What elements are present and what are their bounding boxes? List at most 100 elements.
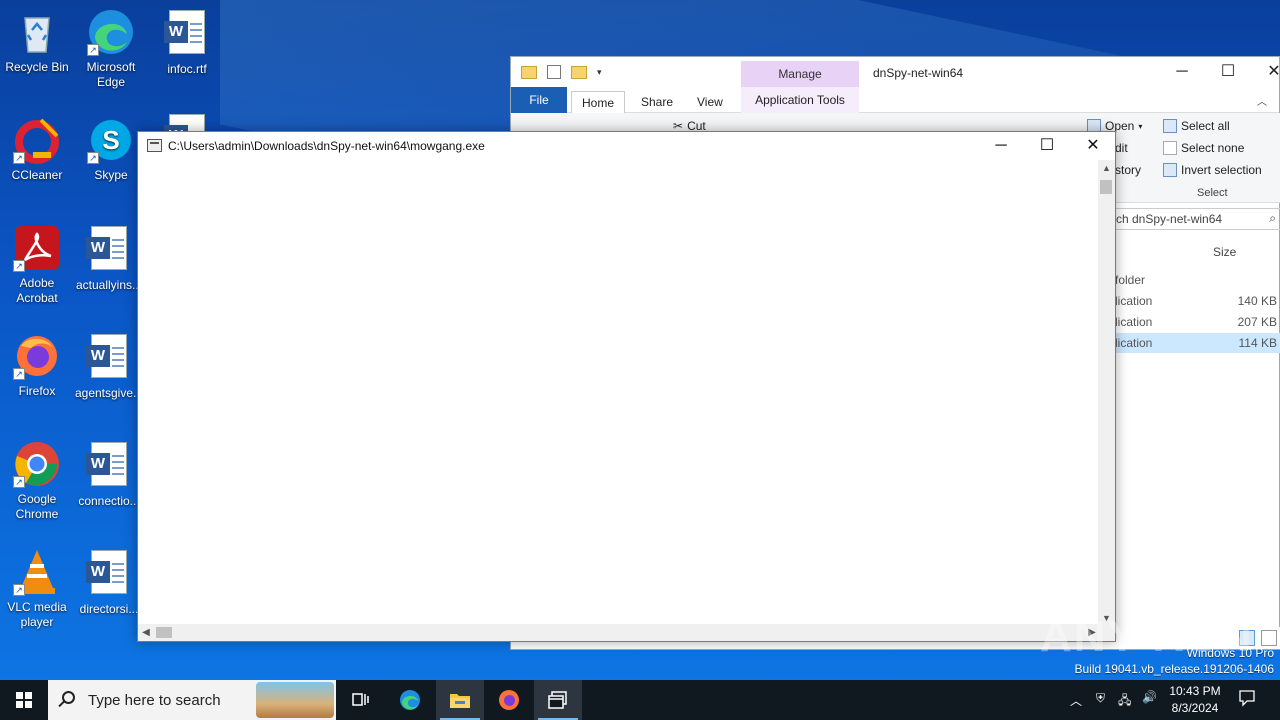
desktop-icon-label: Firefox — [18, 384, 56, 398]
file-row[interactable]: lication 140 KB — [1115, 291, 1280, 311]
firefox-icon — [499, 690, 519, 710]
show-hidden-icons-chevron-icon[interactable]: ︿ — [1070, 692, 1082, 709]
tab-view[interactable]: View — [687, 91, 733, 113]
minimize-button[interactable]: ─ — [978, 134, 1024, 158]
manage-tab[interactable]: Manage — [741, 61, 859, 87]
word-doc-icon: W — [85, 226, 133, 274]
edit-button[interactable]: dit — [1115, 141, 1128, 155]
action-center-button[interactable] — [1238, 689, 1256, 710]
new-folder-icon[interactable] — [571, 65, 587, 79]
tab-home[interactable]: Home — [571, 91, 626, 113]
invert-selection-icon — [1163, 163, 1177, 177]
app-client-area[interactable] — [138, 160, 1100, 626]
desktop-icon-microsoft-edge[interactable]: ↗ Microsoft Edge — [74, 8, 148, 90]
search-input[interactable]: ch dnSpy-net-win64 ⌕ — [1111, 208, 1280, 230]
shortcut-arrow-icon: ↗ — [13, 368, 25, 380]
desktop-icon-firefox[interactable]: ↗ Firefox — [0, 332, 74, 399]
folder-icon — [521, 65, 537, 79]
taskbar-edge-button[interactable] — [386, 680, 434, 720]
desktop-icon-label: infoc.rtf — [167, 62, 207, 76]
desktop-icon-recycle-bin[interactable]: Recycle Bin — [0, 8, 74, 75]
chrome-icon: ↗ — [13, 440, 61, 488]
close-button[interactable]: ✕ — [1070, 134, 1116, 158]
desktop-icon-connectio[interactable]: W connectio... — [72, 440, 146, 509]
shortcut-arrow-icon: ↗ — [13, 260, 25, 272]
windows-logo-icon — [16, 692, 32, 708]
windows-edition: Windows 10 Pro — [1186, 646, 1274, 660]
task-view-icon — [352, 693, 369, 706]
vertical-scrollbar[interactable]: ▲ ▼ — [1098, 160, 1115, 626]
horizontal-scroll-thumb[interactable] — [156, 627, 172, 638]
desktop-icon-ccleaner[interactable]: ↗ CCleaner — [0, 116, 74, 183]
taskbar-firefox-button[interactable] — [485, 680, 533, 720]
horizontal-scrollbar[interactable]: ◀ ▶ — [138, 624, 1100, 641]
desktop-icon-label: actuallyins... — [75, 278, 143, 292]
file-size: 114 KB — [1238, 336, 1277, 350]
vertical-scroll-thumb[interactable] — [1100, 180, 1112, 194]
desktop-icon-actuallyins[interactable]: W actuallyins... — [72, 224, 146, 293]
quick-access-dropdown-icon[interactable]: ▾ — [597, 67, 602, 78]
file-size: 207 KB — [1237, 315, 1277, 329]
ccleaner-icon: ↗ — [13, 116, 61, 164]
desktop-icon-infoc-rtf[interactable]: W infoc.rtf — [150, 8, 224, 77]
desktop-icon-directorsi[interactable]: W directorsi... — [72, 548, 146, 617]
desktop-icon-agentsgive[interactable]: W agentsgive... — [72, 332, 146, 401]
scroll-left-arrow-icon[interactable]: ◀ — [138, 624, 154, 641]
explorer-title-bar[interactable]: ▾ Manage dnSpy-net-win64 ─ ☐ ✕ — [511, 57, 1280, 87]
taskbar-clock[interactable]: 10:43 PM 8/3/2024 — [1158, 683, 1232, 717]
desktop-icon-vlc[interactable]: ↗ VLC media player — [0, 548, 74, 630]
scroll-up-arrow-icon[interactable]: ▲ — [1098, 160, 1115, 176]
properties-icon[interactable] — [547, 65, 561, 79]
desktop-icon-label: CCleaner — [11, 168, 63, 182]
skype-icon: S ↗ — [87, 116, 135, 164]
app-title-bar[interactable]: C:\Users\admin\Downloads\dnSpy-net-win64… — [138, 132, 1115, 160]
start-button[interactable] — [0, 680, 48, 720]
windows-version-info: Windows 10 Pro Build 19041.vb_release.19… — [1075, 645, 1275, 677]
select-none-button[interactable]: Select none — [1163, 141, 1244, 155]
shortcut-arrow-icon: ↗ — [13, 584, 25, 596]
taskbar-search-box[interactable]: Type here to search — [48, 680, 336, 720]
word-doc-icon: W — [163, 10, 211, 58]
desktop-icon-adobe-acrobat[interactable]: ↗ Adobe Acrobat — [0, 224, 74, 306]
security-tray-icon[interactable]: ⛨ — [1096, 691, 1105, 706]
file-type: folder — [1115, 273, 1146, 287]
history-label: story — [1115, 163, 1142, 177]
large-icons-view-icon[interactable] — [1261, 630, 1277, 646]
close-button[interactable]: ✕ — [1251, 61, 1280, 83]
history-button[interactable]: story — [1115, 163, 1141, 177]
tab-application-tools[interactable]: Application Tools — [741, 87, 859, 113]
minimize-button[interactable]: ─ — [1159, 61, 1205, 83]
network-tray-icon[interactable]: 🖧 — [1118, 691, 1131, 712]
taskbar-console-app-button[interactable] — [534, 680, 582, 720]
search-icon: ⌕ — [1269, 211, 1276, 225]
select-all-icon — [1163, 119, 1177, 133]
edge-icon — [400, 690, 420, 710]
desktop-icon-label: VLC media player — [7, 600, 67, 629]
task-view-button[interactable] — [336, 680, 384, 720]
collapse-ribbon-icon[interactable]: ︿ — [1257, 93, 1267, 108]
console-app-icon — [147, 139, 162, 152]
taskbar-file-explorer-button[interactable] — [436, 680, 484, 720]
desktop-icon-google-chrome[interactable]: ↗ Google Chrome — [0, 440, 74, 522]
desktop-icon-partial[interactable]: W — [150, 112, 224, 132]
file-row-selected[interactable]: lication 114 KB — [1115, 333, 1280, 353]
select-all-button[interactable]: Select all — [1163, 119, 1230, 133]
tab-file[interactable]: File — [511, 87, 567, 113]
tab-share[interactable]: Share — [631, 91, 683, 113]
desktop: Recycle Bin ↗ CCleaner ↗ Adobe Acrobat ↗… — [0, 0, 1280, 680]
column-header-size[interactable]: Size — [1213, 245, 1236, 259]
console-app-icon — [548, 691, 567, 709]
file-row[interactable]: folder — [1115, 270, 1280, 290]
file-type: lication — [1115, 294, 1153, 308]
file-type: lication — [1115, 336, 1153, 350]
volume-tray-icon[interactable]: 🔊 — [1142, 690, 1157, 704]
firefox-icon: ↗ — [13, 332, 61, 380]
mowgang-app-window[interactable]: C:\Users\admin\Downloads\dnSpy-net-win64… — [137, 131, 1116, 642]
maximize-button[interactable]: ☐ — [1205, 61, 1251, 83]
invert-selection-button[interactable]: Invert selection — [1163, 163, 1262, 177]
file-row[interactable]: lication 207 KB — [1115, 312, 1280, 332]
maximize-button[interactable]: ☐ — [1024, 134, 1070, 158]
file-size: 140 KB — [1237, 294, 1277, 308]
shortcut-arrow-icon: ↗ — [87, 44, 99, 56]
select-none-icon — [1163, 141, 1177, 155]
